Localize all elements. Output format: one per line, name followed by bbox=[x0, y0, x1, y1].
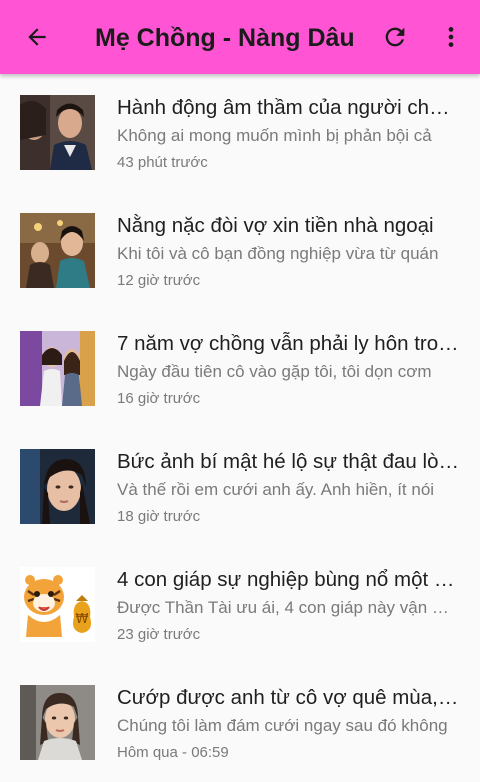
article-summary: Khi tôi và cô bạn đồng nghiệp vừa từ quá… bbox=[117, 244, 439, 263]
article-summary: Được Thần Tài ưu ái, 4 con giáp này vận … bbox=[117, 598, 460, 617]
arrow-back-icon bbox=[28, 28, 46, 46]
article-title: Bức ảnh bí mật hé lộ sự thật đau lòng bbox=[117, 450, 460, 473]
article-timestamp: 43 phút trước bbox=[117, 154, 208, 171]
article-thumbnail: ₩ bbox=[20, 567, 95, 642]
article-item[interactable]: Hành động âm thầm của người chồng Không … bbox=[0, 74, 480, 192]
article-summary: Ngày đầu tiên cô vào gặp tôi, tôi dọn cơ… bbox=[117, 362, 432, 381]
refresh-button[interactable] bbox=[380, 22, 410, 52]
article-item[interactable]: ₩ 4 con giáp sự nghiệp bùng nổ một cách … bbox=[0, 546, 480, 664]
article-thumbnail bbox=[20, 331, 95, 406]
article-list: Hành động âm thầm của người chồng Không … bbox=[0, 74, 480, 782]
page-title: Mẹ Chồng - Nàng Dâu bbox=[95, 24, 355, 52]
article-thumbnail bbox=[20, 449, 95, 524]
more-vert-icon bbox=[448, 27, 454, 47]
article-title: Nằng nặc đòi vợ xin tiền nhà ngoại bbox=[117, 214, 434, 237]
article-item[interactable]: Cướp được anh từ cô vợ quê mùa, tôi Chún… bbox=[0, 664, 480, 782]
article-summary: Không ai mong muốn mình bị phản bội cả bbox=[117, 126, 432, 145]
article-title: Hành động âm thầm của người chồng bbox=[117, 96, 460, 119]
article-timestamp: 16 giờ trước bbox=[117, 390, 201, 407]
article-title: 4 con giáp sự nghiệp bùng nổ một cách bbox=[117, 568, 460, 591]
article-timestamp: 18 giờ trước bbox=[117, 508, 201, 525]
article-thumbnail bbox=[20, 213, 95, 288]
article-title: 7 năm vợ chồng vẫn phải ly hôn trong bbox=[117, 332, 460, 355]
refresh-icon bbox=[385, 27, 405, 47]
article-thumbnail bbox=[20, 685, 95, 760]
article-title: Cướp được anh từ cô vợ quê mùa, tôi bbox=[117, 686, 460, 709]
article-item[interactable]: Nằng nặc đòi vợ xin tiền nhà ngoại Khi t… bbox=[0, 192, 480, 310]
app-bar: Mẹ Chồng - Nàng Dâu bbox=[0, 0, 480, 74]
article-summary: Chúng tôi làm đám cưới ngay sau đó không bbox=[117, 716, 448, 735]
article-item[interactable]: 7 năm vợ chồng vẫn phải ly hôn trong Ngà… bbox=[0, 310, 480, 428]
article-timestamp: Hôm qua - 06:59 bbox=[117, 744, 229, 761]
svg-text:₩: ₩ bbox=[76, 612, 89, 627]
article-timestamp: 12 giờ trước bbox=[117, 272, 201, 289]
article-summary: Và thế rồi em cưới anh ấy. Anh hiền, ít … bbox=[117, 480, 435, 499]
back-button[interactable] bbox=[22, 22, 52, 52]
article-thumbnail bbox=[20, 95, 95, 170]
article-timestamp: 23 giờ trước bbox=[117, 626, 201, 643]
more-options-button[interactable] bbox=[436, 22, 466, 52]
article-item[interactable]: Bức ảnh bí mật hé lộ sự thật đau lòng Và… bbox=[0, 428, 480, 546]
